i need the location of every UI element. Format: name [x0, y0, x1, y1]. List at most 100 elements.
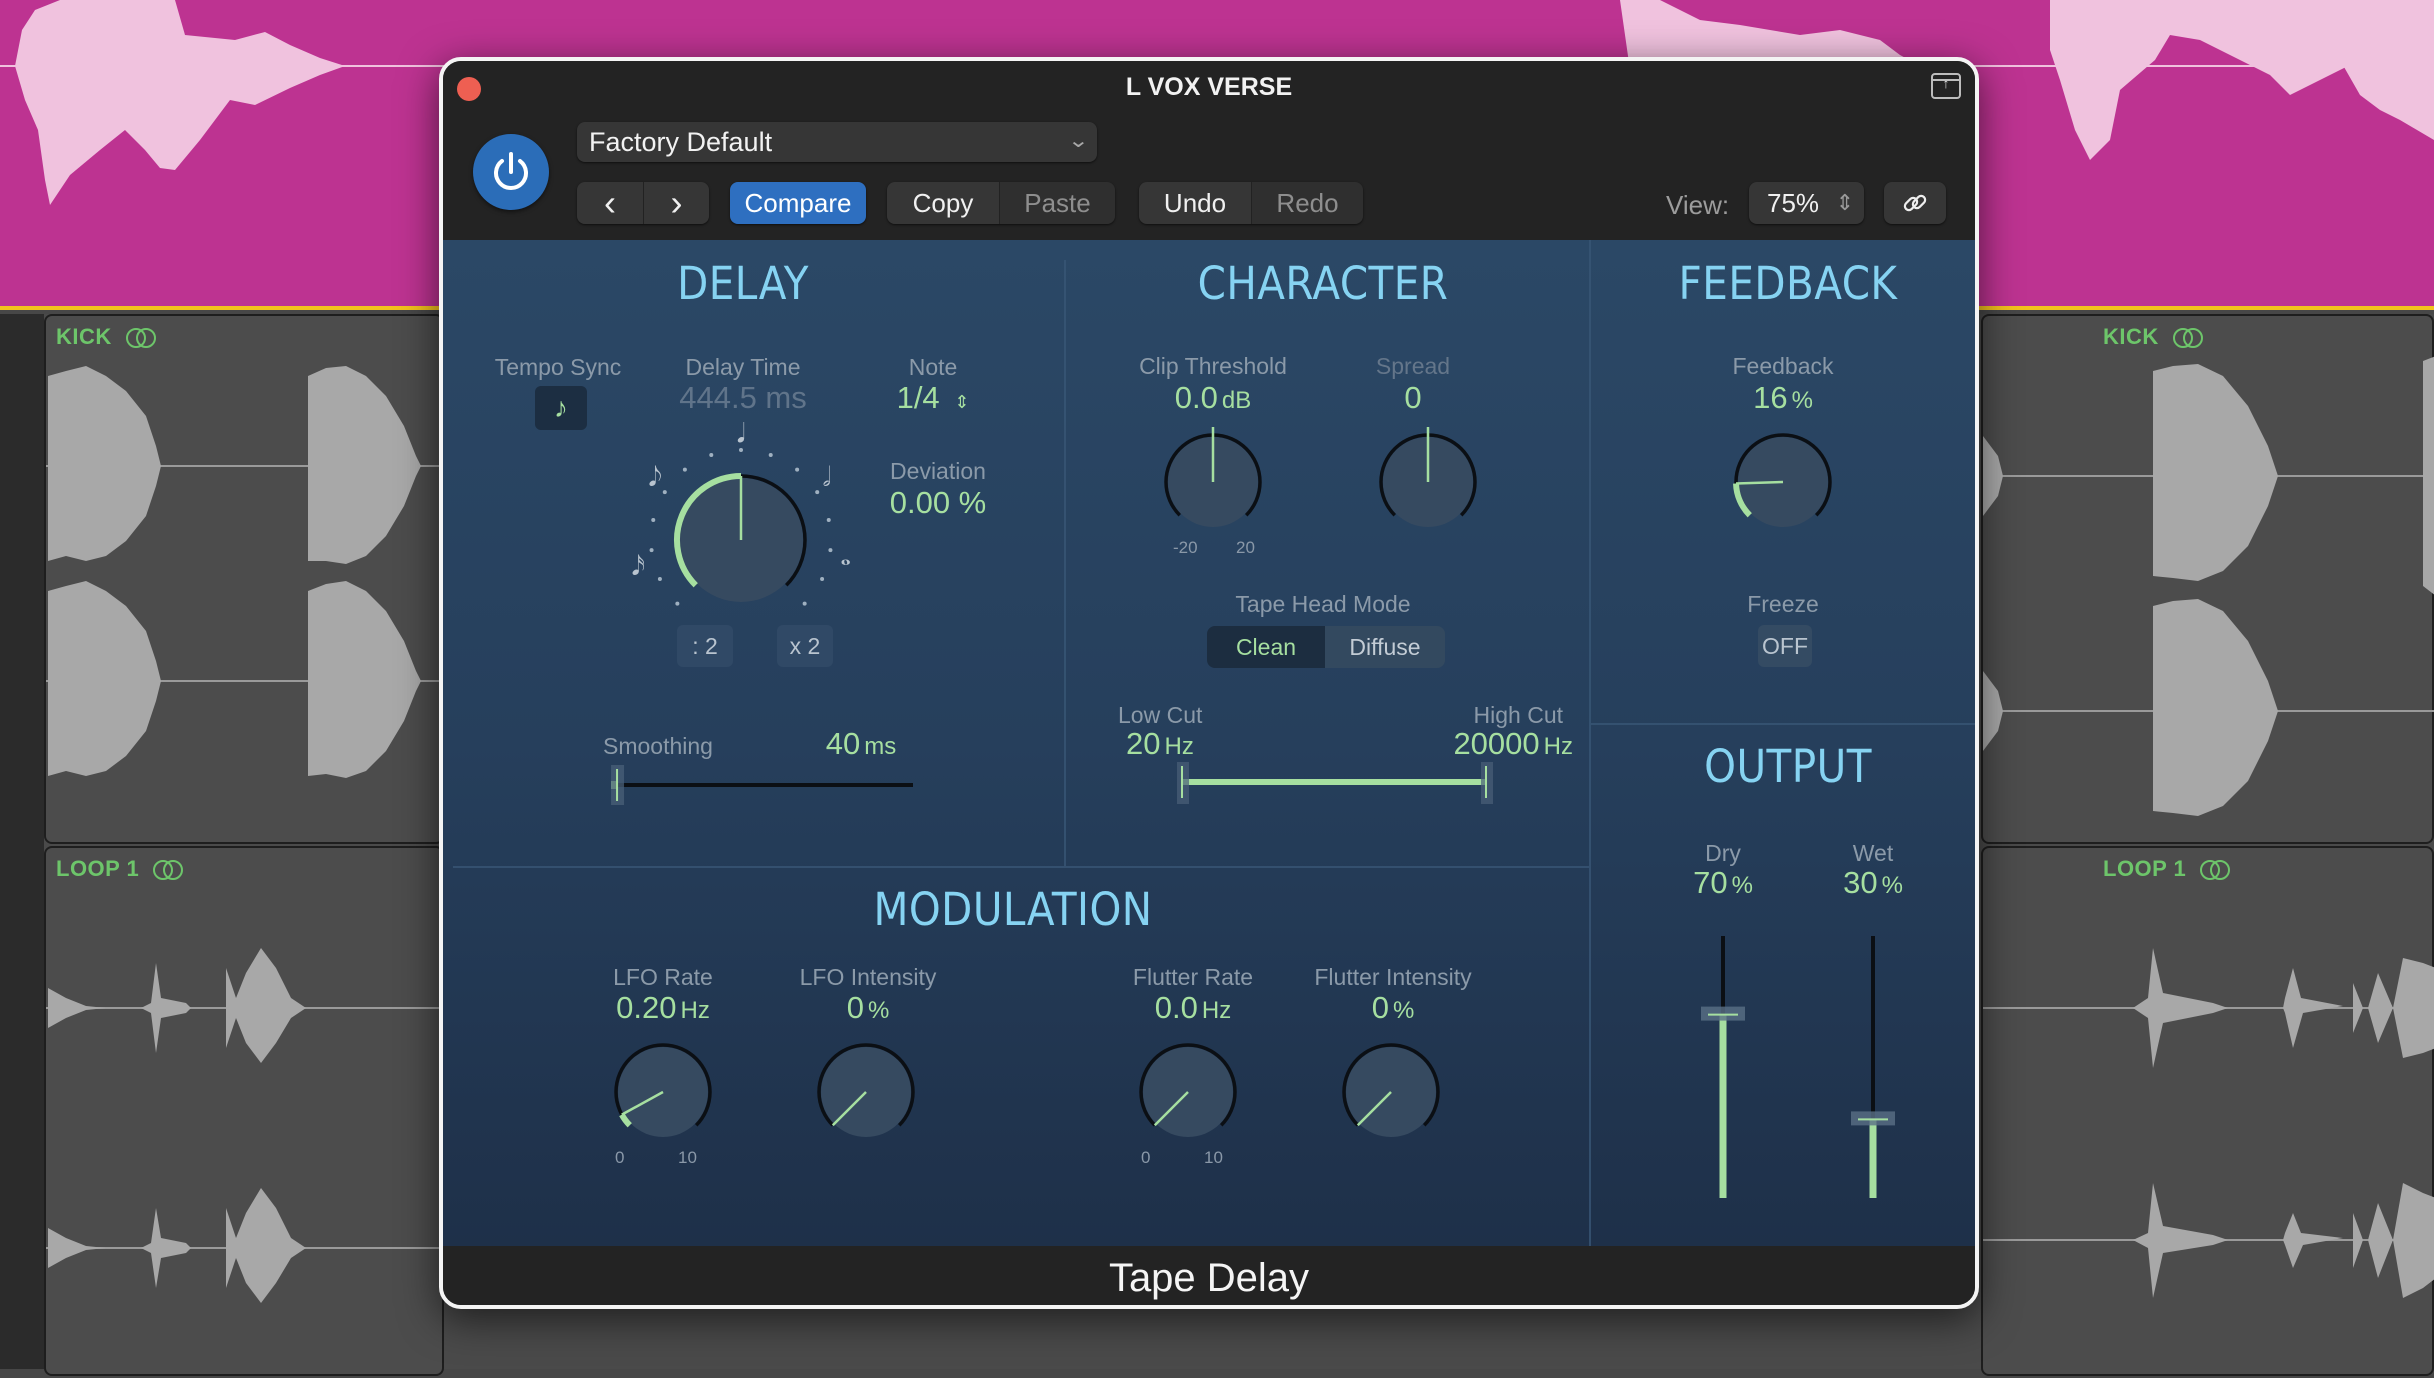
note-value-mark: 𝅝	[841, 542, 851, 572]
plugin-window: L VOX VERSE ↑ Factory Default ⌄ ‹ › Comp…	[439, 57, 1979, 1309]
flutter-rate-max-label: 10	[1204, 1148, 1223, 1167]
flutter-intensity-unit: %	[1392, 997, 1415, 1024]
paste-button[interactable]: Paste	[999, 182, 1115, 224]
lfo-rate-number: 0.20	[616, 990, 677, 1025]
delay-knob-dot	[828, 548, 833, 553]
multiply-by-two-button[interactable]: x 2	[777, 625, 833, 667]
lfo-rate-knob[interactable]	[608, 1035, 718, 1145]
clip-max-label: 20	[1236, 538, 1255, 557]
dry-fader[interactable]	[1693, 930, 1753, 1210]
cut-range-slider[interactable]	[1163, 760, 1503, 810]
delay-time-knob[interactable]: 𝅘𝅥𝅯 𝅘𝅥𝅮 𝅘𝅥 𝅗𝅥 𝅝	[626, 420, 856, 650]
lfo-rate-value: 0.20 Hz	[573, 990, 753, 1026]
feedback-knob[interactable]	[1728, 425, 1838, 535]
tempo-sync-label: Tempo Sync	[494, 354, 622, 380]
delay-knob-dot	[651, 517, 656, 522]
wet-fader[interactable]	[1843, 930, 1903, 1210]
flutter-intensity-knob[interactable]	[1336, 1035, 1446, 1145]
feedback-label: Feedback	[1732, 353, 1834, 379]
lfo-intensity-value: 0%	[808, 990, 928, 1026]
lfo-intensity-knob[interactable]	[811, 1035, 921, 1145]
preset-value: Factory Default	[589, 126, 773, 157]
loop1-region-left[interactable]: LOOP 1	[44, 846, 446, 1376]
delay-knob-dot	[675, 601, 680, 606]
high-cut-value: 20000 Hz	[1403, 726, 1573, 762]
tape-head-diffuse-option[interactable]: Diffuse	[1325, 626, 1445, 668]
feedback-section-title: FEEDBACK	[1678, 257, 1898, 310]
power-icon	[494, 152, 528, 190]
redo-button[interactable]: Redo	[1251, 182, 1363, 224]
lfo-rate-label: LFO Rate	[613, 964, 713, 990]
dry-number: 70	[1693, 865, 1728, 900]
delay-time-label: Delay Time	[685, 354, 801, 380]
kick-region-right[interactable]: KICK	[1981, 314, 2434, 844]
feedback-unit: %	[1791, 387, 1813, 414]
clip-min-label: -20	[1173, 538, 1198, 557]
undo-button[interactable]: Undo	[1139, 182, 1251, 224]
knob-pointer	[1735, 480, 1784, 485]
delay-time-value: 444.5 ms	[679, 380, 807, 415]
clip-threshold-label: Clip Threshold	[1139, 353, 1287, 379]
smoothing-slider[interactable]	[603, 763, 923, 807]
expand-window-icon[interactable]: ↑	[1931, 73, 1961, 99]
chevron-down-icon: ⌄	[1067, 130, 1090, 152]
copy-paste-group: Copy Paste	[887, 182, 1115, 224]
delay-knob-dot	[826, 517, 831, 522]
delay-knob-dot	[709, 453, 714, 458]
flutter-rate-knob[interactable]	[1133, 1035, 1243, 1145]
flutter-rate-unit: Hz	[1201, 997, 1232, 1024]
preset-nav: ‹ ›	[577, 182, 709, 224]
section-divider	[1064, 260, 1066, 866]
freeze-button[interactable]: OFF	[1758, 625, 1812, 667]
preset-dropdown[interactable]: Factory Default ⌄	[577, 122, 1097, 162]
flutter-rate-label: Flutter Rate	[1132, 964, 1254, 990]
low-cut-label: Low Cut	[1118, 702, 1203, 728]
section-divider	[1589, 240, 1591, 1246]
plugin-footer: Tape Delay	[443, 1246, 1975, 1305]
wet-unit: %	[1881, 872, 1903, 899]
stepper-icon: ⇕	[1835, 190, 1854, 215]
next-preset-button[interactable]: ›	[643, 182, 709, 224]
delay-knob-dot	[795, 467, 800, 472]
lfo-rate-unit: Hz	[680, 997, 710, 1024]
flutter-intensity-label: Flutter Intensity	[1314, 964, 1472, 990]
note-value-mark: 𝅘𝅥𝅮	[648, 463, 662, 493]
high-cut-number: 20000	[1453, 726, 1540, 761]
divide-by-two-button[interactable]: : 2	[677, 625, 733, 667]
smoothing-value: 40 ms	[801, 726, 921, 762]
power-button[interactable]	[473, 134, 549, 210]
dry-unit: %	[1731, 872, 1753, 899]
stepper-icon: ⇕	[954, 392, 970, 412]
flutter-rate-min-label: 0	[1141, 1148, 1151, 1167]
clip-threshold-knob[interactable]	[1158, 425, 1268, 535]
kick-waveform	[1983, 356, 2434, 816]
lfo-intensity-unit: %	[867, 997, 890, 1024]
previous-preset-button[interactable]: ‹	[577, 182, 643, 224]
kick-region-left[interactable]: KICK	[44, 314, 446, 844]
plugin-name: Tape Delay	[1108, 1256, 1310, 1300]
flutter-rate-value: 0.0 Hz	[1103, 990, 1283, 1026]
lfo-intensity-number: 0	[846, 990, 864, 1025]
freeze-label: Freeze	[1747, 591, 1819, 617]
note-value-mark: 𝅗𝅥	[823, 463, 831, 493]
compare-button[interactable]: Compare	[730, 182, 866, 224]
tempo-sync-button[interactable]: ♪	[535, 386, 587, 430]
link-button[interactable]	[1884, 182, 1946, 224]
flutter-intensity-value: 0%	[1333, 990, 1453, 1026]
note-value-select[interactable]: 1/4 ⇕	[873, 380, 993, 416]
eighth-note-icon: ♪	[554, 392, 568, 423]
tape-delay-panel: DELAY Tempo Sync ♪ Delay Time 444.5 ms N…	[443, 240, 1975, 1246]
copy-button[interactable]: Copy	[887, 182, 999, 224]
deviation-value[interactable]: 0.00 %	[863, 485, 1013, 521]
lfo-intensity-label: LFO Intensity	[799, 964, 937, 990]
delay-knob-dot	[662, 490, 667, 495]
modulation-section-title: MODULATION	[873, 883, 1153, 936]
character-section-title: CHARACTER	[1197, 257, 1449, 310]
spread-knob[interactable]	[1373, 425, 1483, 535]
delay-knob-dot	[815, 490, 820, 495]
note-value-mark: 𝅘𝅥	[737, 420, 745, 449]
tape-head-clean-option[interactable]: Clean	[1207, 626, 1325, 668]
lfo-rate-max-label: 10	[678, 1148, 697, 1167]
view-zoom-select[interactable]: 75% ⇕	[1749, 182, 1864, 224]
loop1-region-right[interactable]: LOOP 1	[1981, 846, 2434, 1376]
